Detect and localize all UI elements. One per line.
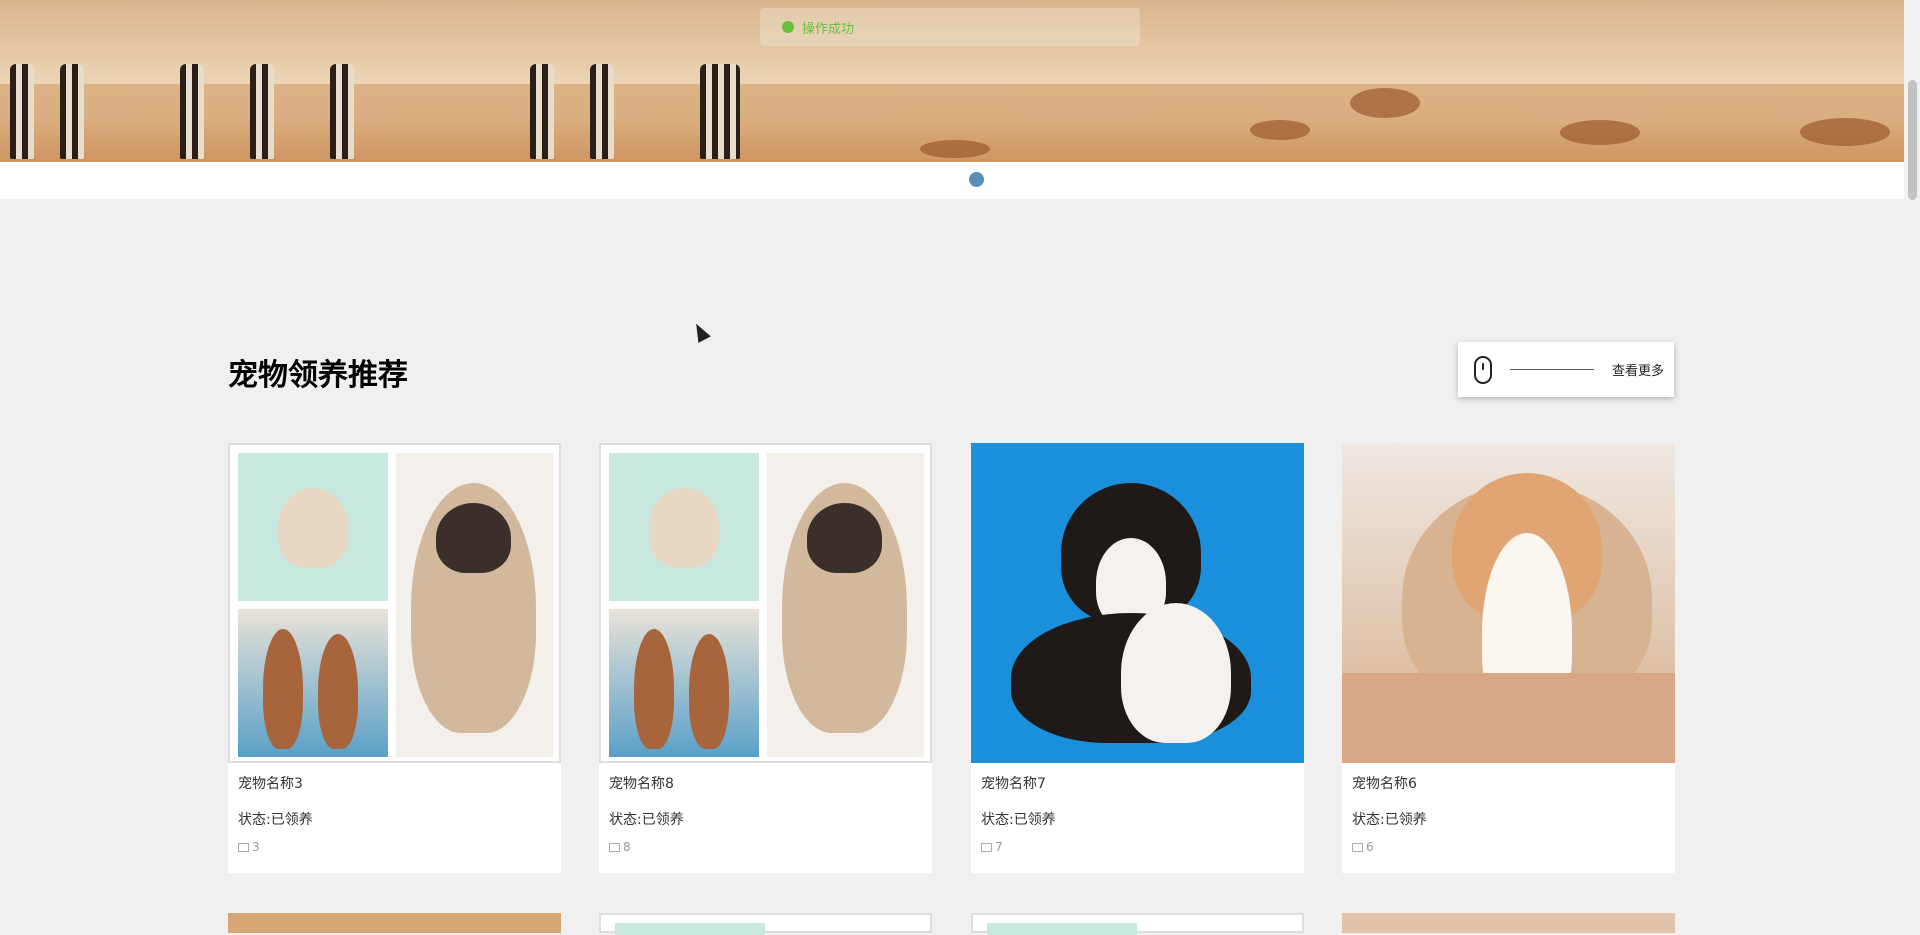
section-title: 宠物领养推荐 (228, 358, 408, 393)
pet-name: 宠物名称6 (1352, 776, 1417, 792)
view-count: 7 (981, 840, 1003, 854)
rock-shape (1800, 118, 1890, 146)
pet-card[interactable]: 宠物名称6 状态:已领养 6 (1342, 443, 1675, 873)
pet-status: 状态:已领养 (1352, 812, 1427, 828)
view-count: 6 (1352, 840, 1374, 854)
pet-image[interactable] (228, 443, 561, 763)
pet-name: 宠物名称7 (981, 776, 1046, 792)
zebra-image (700, 64, 740, 159)
rock-shape (1560, 120, 1640, 145)
comment-icon (609, 842, 620, 852)
rock-shape (920, 140, 990, 158)
pet-status: 状态:已领养 (981, 812, 1056, 828)
pet-image[interactable] (599, 443, 932, 763)
view-count-value: 6 (1366, 840, 1374, 854)
scrollbar-thumb[interactable] (1908, 80, 1917, 200)
page-scrollbar[interactable] (1904, 0, 1920, 932)
carousel-dot-active[interactable] (969, 172, 984, 187)
pet-card[interactable] (971, 913, 1304, 935)
view-count: 3 (238, 840, 260, 854)
view-count: 8 (609, 840, 631, 854)
rock-shape (1350, 88, 1420, 118)
pet-card[interactable] (599, 913, 932, 935)
view-more-button[interactable]: 查看更多 (1458, 342, 1674, 397)
view-count-value: 7 (995, 840, 1003, 854)
comment-icon (1352, 842, 1363, 852)
pet-card[interactable]: 宠物名称3 状态:已领养 3 (228, 443, 561, 873)
pet-image[interactable] (1342, 443, 1675, 763)
banner-carousel[interactable]: 操作成功 (0, 0, 1904, 199)
pet-status: 状态:已领养 (609, 812, 684, 828)
pet-status: 状态:已领养 (238, 812, 313, 828)
pet-card[interactable]: 宠物名称7 状态:已领养 7 (971, 443, 1304, 873)
zebra-image (10, 64, 34, 159)
pet-card[interactable] (228, 913, 561, 933)
success-check-icon (782, 21, 794, 33)
pet-name: 宠物名称3 (238, 776, 303, 792)
pet-image[interactable] (971, 443, 1304, 763)
zebra-image (330, 64, 354, 159)
zebra-image (250, 64, 274, 159)
banner-bottom-strip (0, 162, 1904, 199)
rock-shape (1250, 120, 1310, 140)
comment-icon (238, 842, 249, 852)
pet-card[interactable]: 宠物名称8 状态:已领养 8 (599, 443, 932, 873)
divider-line (1510, 369, 1594, 370)
zebra-image (180, 64, 204, 159)
mouse-cursor (690, 320, 711, 343)
view-count-value: 8 (623, 840, 631, 854)
mouse-icon (1474, 355, 1492, 384)
zebra-image (60, 64, 84, 159)
pet-name: 宠物名称8 (609, 776, 674, 792)
pet-card[interactable] (1342, 913, 1675, 933)
comment-icon (981, 842, 992, 852)
view-count-value: 3 (252, 840, 260, 854)
success-toast: 操作成功 (760, 8, 1140, 46)
view-more-label: 查看更多 (1611, 364, 1664, 379)
zebra-image (590, 64, 614, 159)
zebra-image (530, 64, 554, 159)
toast-text: 操作成功 (802, 21, 855, 37)
